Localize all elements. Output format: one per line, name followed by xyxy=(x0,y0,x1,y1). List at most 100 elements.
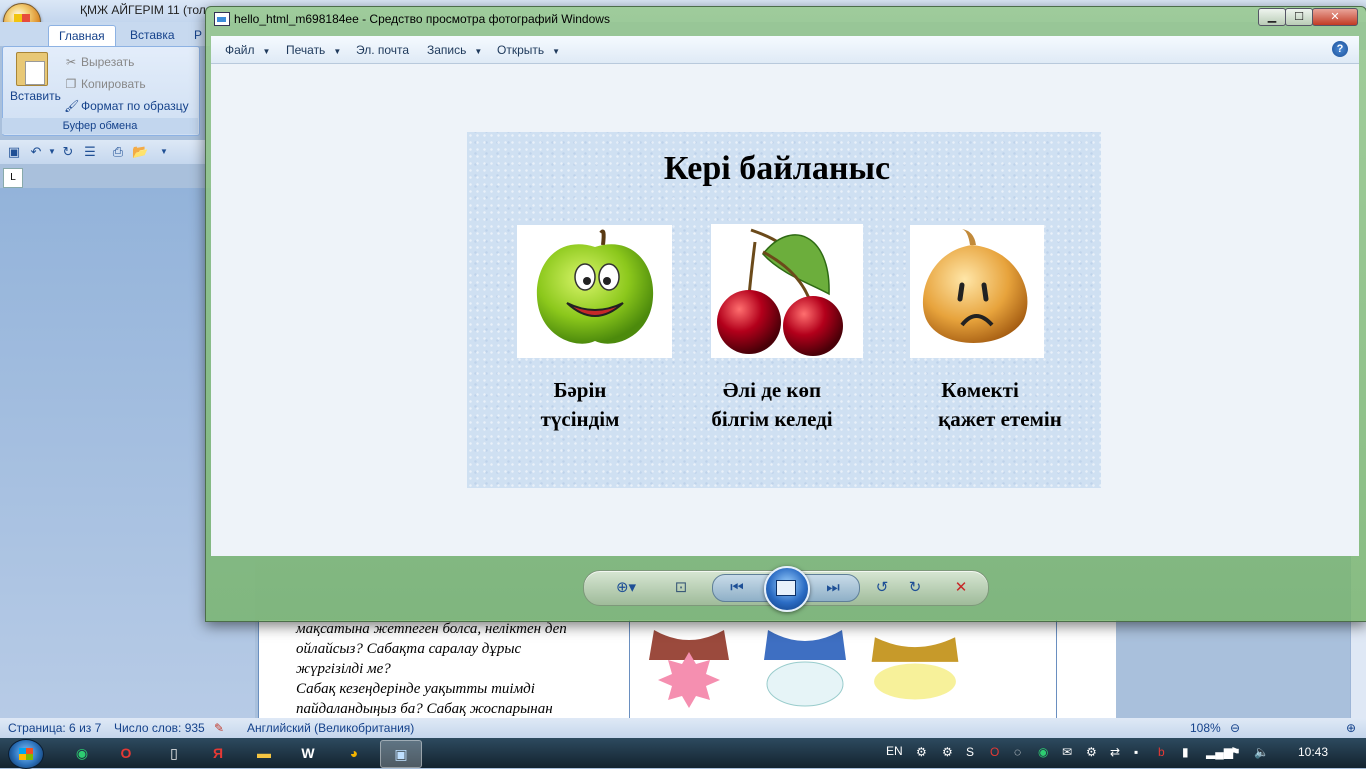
tray-icon[interactable]: ⚙ xyxy=(942,745,953,759)
photo-viewer-icon xyxy=(214,12,230,26)
doc-line: пайдаландыңыз ба? Сабақ жоспарынан xyxy=(296,701,553,717)
menu-burn[interactable]: Запись ▼ xyxy=(427,43,482,57)
tab-next[interactable]: Р xyxy=(190,25,206,45)
help-icon[interactable]: ? xyxy=(1332,41,1348,57)
photo-viewer-taskbar-icon[interactable]: ▣ xyxy=(380,740,422,768)
caption-want-more-line2: білгім келеді xyxy=(711,407,833,431)
sad-onion-image xyxy=(910,225,1044,358)
tray-icon[interactable]: ⚙ xyxy=(1086,745,1097,759)
format-painter-button[interactable]: 🖌 Формат по образцу xyxy=(64,99,189,113)
menu-open-label: Открыть xyxy=(497,43,545,57)
scissors-icon: ✂ xyxy=(65,55,77,69)
tray-icon[interactable]: ⇄ xyxy=(1110,745,1120,759)
word-taskbar-icon[interactable]: W xyxy=(288,740,328,766)
cherries-image xyxy=(711,224,863,358)
word-count[interactable]: Число слов: 935 xyxy=(114,721,205,735)
menu-print-label: Печать xyxy=(286,43,326,57)
maximize-button[interactable]: ☐ xyxy=(1285,8,1313,26)
undo-icon[interactable]: ↶ xyxy=(28,144,44,160)
lines-icon[interactable]: ☰ xyxy=(82,144,98,160)
cherries-icon xyxy=(717,228,843,356)
mail-icon[interactable]: ✉ xyxy=(1062,745,1072,759)
close-button[interactable]: ✕ xyxy=(1312,8,1358,26)
tray-icon[interactable]: ▪ xyxy=(1134,745,1138,759)
zoom-out-icon[interactable]: ⊖ xyxy=(1230,721,1240,735)
pink-star-sticker xyxy=(649,630,729,708)
next-icon[interactable]: ⏭ xyxy=(822,577,844,599)
slideshow-button[interactable] xyxy=(764,566,810,612)
tab-insert[interactable]: Вставка xyxy=(120,25,185,45)
customize-dropdown-icon[interactable]: ▼ xyxy=(156,144,172,160)
menu-print[interactable]: Печать ▼ xyxy=(286,43,341,57)
tray-icon[interactable]: ⚙ xyxy=(916,745,927,759)
actual-size-icon[interactable]: ⊡ xyxy=(670,577,692,599)
caption-want-more: Әлі де көп білгім келеді xyxy=(690,376,854,434)
battery-icon[interactable]: ▮ xyxy=(1182,745,1189,759)
yandex-icon[interactable]: Я xyxy=(198,740,238,766)
action-center-icon[interactable]: ⚑ xyxy=(1230,745,1241,759)
opera-tray-icon[interactable]: O xyxy=(990,745,999,759)
zoom-level[interactable]: 108% xyxy=(1190,721,1221,735)
start-button[interactable] xyxy=(8,739,44,769)
print-icon[interactable]: ⎙ xyxy=(110,144,126,160)
ribbon-tabs: Главная Вставка Р xyxy=(0,22,210,46)
slide-title: Кері байланыс xyxy=(663,150,891,187)
chrome-icon[interactable]: ◕ xyxy=(334,740,374,766)
minimize-button[interactable]: ▁ xyxy=(1258,8,1286,26)
caption-understood-line1: Бәрін xyxy=(553,378,607,402)
document-text[interactable]: мақсатына жетпеген болса, неліктен деп о… xyxy=(296,619,616,719)
previous-icon[interactable]: ⏮ xyxy=(726,577,748,599)
format-painter-label: Формат по образцу xyxy=(81,99,189,113)
cut-button[interactable]: ✂ Вырезать xyxy=(64,55,134,69)
doc-line: Сабақ кезеңдерінде уақытты тиімді xyxy=(296,681,535,697)
beats-icon[interactable]: b xyxy=(1158,745,1165,759)
spellcheck-icon[interactable]: ✎ xyxy=(214,721,224,735)
zoom-icon[interactable]: ⊕▾ xyxy=(610,577,642,599)
quick-access-toolbar: ▣ ↶ ▼ ↻ ☰ ⎙ 📂 ▼ xyxy=(0,140,206,164)
menu-open[interactable]: Открыть ▼ xyxy=(497,43,560,57)
delete-icon[interactable]: ✕ xyxy=(950,577,972,599)
skype-icon[interactable]: S xyxy=(966,745,974,759)
brush-icon: 🖌 xyxy=(64,99,80,113)
chevron-down-icon: ▼ xyxy=(262,47,271,56)
copy-button[interactable]: ❐ Копировать xyxy=(64,77,146,91)
rotate-left-icon[interactable]: ↺ xyxy=(872,577,892,599)
rotate-right-icon[interactable]: ↻ xyxy=(905,577,925,599)
menu-email[interactable]: Эл. почта xyxy=(356,43,409,57)
tab-home[interactable]: Главная xyxy=(48,25,116,46)
caption-need-help-line2: қажет етемін xyxy=(938,407,1062,431)
chevron-down-icon: ▼ xyxy=(333,47,342,56)
menu-file[interactable]: Файл ▼ xyxy=(225,43,270,57)
language-indicator[interactable]: EN xyxy=(886,744,903,758)
paste-button[interactable]: Вставить xyxy=(10,89,61,103)
smiling-apple-image xyxy=(517,225,672,358)
signal-icon[interactable]: ▂▄▆ xyxy=(1206,745,1233,759)
undo-dropdown-icon[interactable]: ▼ xyxy=(44,144,60,160)
chevron-down-icon: ▼ xyxy=(552,47,561,56)
status-bar: Страница: 6 из 7 Число слов: 935 ✎ Англи… xyxy=(0,718,1366,738)
paste-icon[interactable] xyxy=(16,52,48,86)
chevron-down-icon: ▼ xyxy=(474,47,483,56)
language-status[interactable]: Английский (Великобритания) xyxy=(247,721,414,735)
page-count[interactable]: Страница: 6 из 7 xyxy=(8,721,101,735)
clipboard-group-label: Буфер обмена xyxy=(2,118,198,134)
open-folder-icon[interactable]: 📂 xyxy=(132,144,148,160)
doc-line: жүргізілді ме? xyxy=(296,661,391,677)
zoom-in-icon[interactable]: ⊕ xyxy=(1346,721,1356,735)
save-icon[interactable]: ▣ xyxy=(6,144,22,160)
volume-icon[interactable]: 🔈 xyxy=(1254,745,1269,759)
copy-icon: ❐ xyxy=(65,77,77,91)
tray-icon[interactable]: ◌ xyxy=(1014,745,1021,759)
menu-email-label: Эл. почта xyxy=(356,43,410,57)
document-icon[interactable]: ▯ xyxy=(154,740,194,766)
doc-line: ойлайсыз? Сабақта саралау дұрыс xyxy=(296,641,522,657)
windows-logo-icon xyxy=(19,748,33,760)
cut-label: Вырезать xyxy=(81,55,135,69)
whatsapp-tray-icon[interactable]: ◉ xyxy=(1038,745,1048,759)
ruler-toggle-icon[interactable]: L xyxy=(3,168,23,188)
whatsapp-icon[interactable]: ◉ xyxy=(62,740,102,766)
file-explorer-icon[interactable]: ▬ xyxy=(244,740,284,766)
clock[interactable]: 10:43 xyxy=(1298,745,1328,759)
redo-icon[interactable]: ↻ xyxy=(60,144,76,160)
opera-icon[interactable]: O xyxy=(106,740,146,766)
